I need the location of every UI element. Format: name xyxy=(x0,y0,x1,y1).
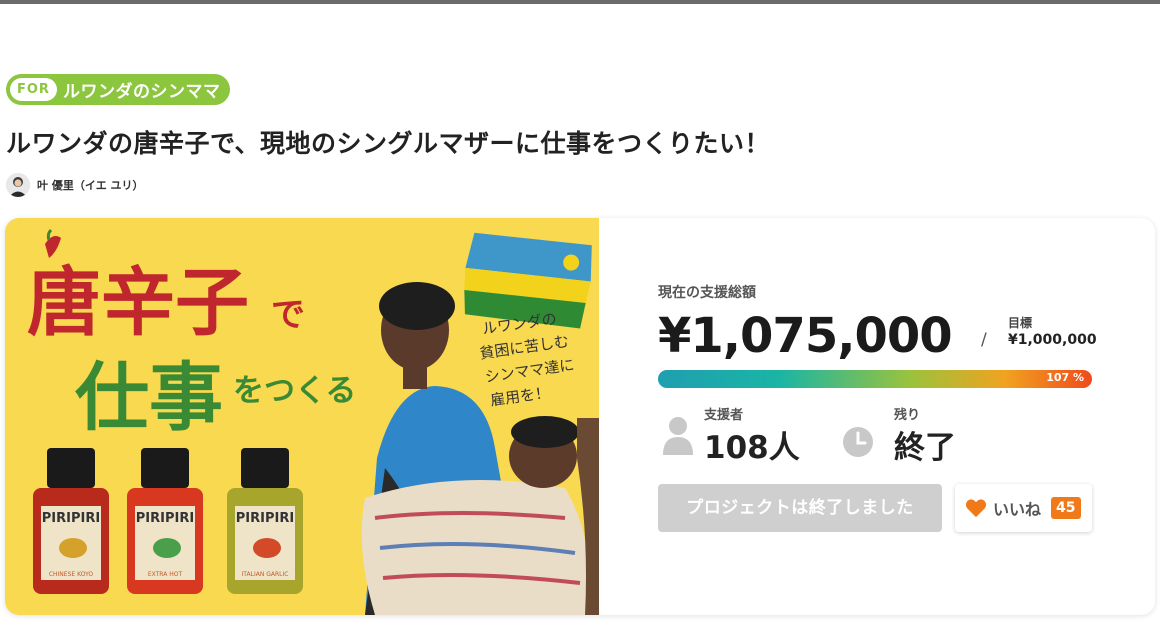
avatar xyxy=(6,173,30,197)
svg-text:シンママ達に: シンママ達に xyxy=(484,356,576,386)
goal-separator: / xyxy=(981,330,987,350)
total-label: 現在の支援総額 xyxy=(658,285,756,301)
svg-text:ITALIAN GARLIC: ITALIAN GARLIC xyxy=(242,571,289,578)
backers-label: 支援者 xyxy=(704,408,744,423)
like-label: いいね xyxy=(993,500,1042,519)
author-name[interactable]: 叶 優里（イエ ユリ） xyxy=(37,177,144,193)
funding-stats: 現在の支援総額 ¥1,075,000 / 目標 ¥1,000,000 107 %… xyxy=(658,218,1108,615)
like-button[interactable]: いいね 45 xyxy=(955,484,1092,532)
goal-label: 目標 xyxy=(1008,316,1033,330)
headline-2-suffix: をつくる xyxy=(233,373,356,409)
headline-1-suffix: で xyxy=(271,295,305,335)
like-count: 45 xyxy=(1051,497,1081,519)
project-card: 唐辛子 で 仕事 をつくる ルワンダの 貧困に苦しむ シンママ達に 雇用を！ P… xyxy=(5,218,1155,615)
bottle-1: PIRIPIRI CHINESE KOYO xyxy=(33,448,109,594)
remaining-label: 残り xyxy=(894,408,921,423)
goal-amount: ¥1,000,000 xyxy=(1008,332,1097,348)
hero-headline: 唐辛子 で 仕事 をつくる xyxy=(27,228,356,441)
svg-text:EXTRA HOT: EXTRA HOT xyxy=(148,571,183,578)
top-border xyxy=(0,0,1160,4)
person-icon xyxy=(663,417,693,455)
headline-2: 仕事 xyxy=(75,355,223,441)
hero-image: 唐辛子 で 仕事 をつくる ルワンダの 貧困に苦しむ シンママ達に 雇用を！ P… xyxy=(5,218,599,615)
backers-count: 108人 xyxy=(704,430,800,466)
author[interactable]: 叶 優里（イエ ユリ） xyxy=(6,173,144,197)
for-tag: FOR xyxy=(10,78,57,101)
project-title: ルワンダの唐辛子で、現地のシングルマザーに仕事をつくりたい！ xyxy=(6,129,771,158)
progress-percent: 107 % xyxy=(1046,371,1084,384)
for-label: ルワンダのシンママ xyxy=(62,82,221,102)
for-badge[interactable]: FOR ルワンダのシンママ xyxy=(6,74,231,105)
total-amount: ¥1,075,000 xyxy=(658,308,953,364)
bottle-2: PIRIPIRI EXTRA HOT xyxy=(127,448,203,594)
bottle-3: PIRIPIRI ITALIAN GARLIC xyxy=(227,448,303,594)
svg-text:雇用を！: 雇用を！ xyxy=(489,383,551,409)
svg-text:PIRIPIRI: PIRIPIRI xyxy=(236,511,294,526)
headline-1: 唐辛子 xyxy=(27,260,249,346)
progress-bar: 107 % xyxy=(658,370,1092,388)
svg-text:PIRIPIRI: PIRIPIRI xyxy=(42,511,100,526)
svg-text:CHINESE KOYO: CHINESE KOYO xyxy=(49,571,94,578)
remaining-value: 終了 xyxy=(894,430,956,466)
heart-icon xyxy=(965,499,987,518)
clock-icon xyxy=(843,427,873,457)
svg-text:PIRIPIRI: PIRIPIRI xyxy=(136,511,194,526)
project-ended-button[interactable]: プロジェクトは終了しました xyxy=(658,484,942,532)
